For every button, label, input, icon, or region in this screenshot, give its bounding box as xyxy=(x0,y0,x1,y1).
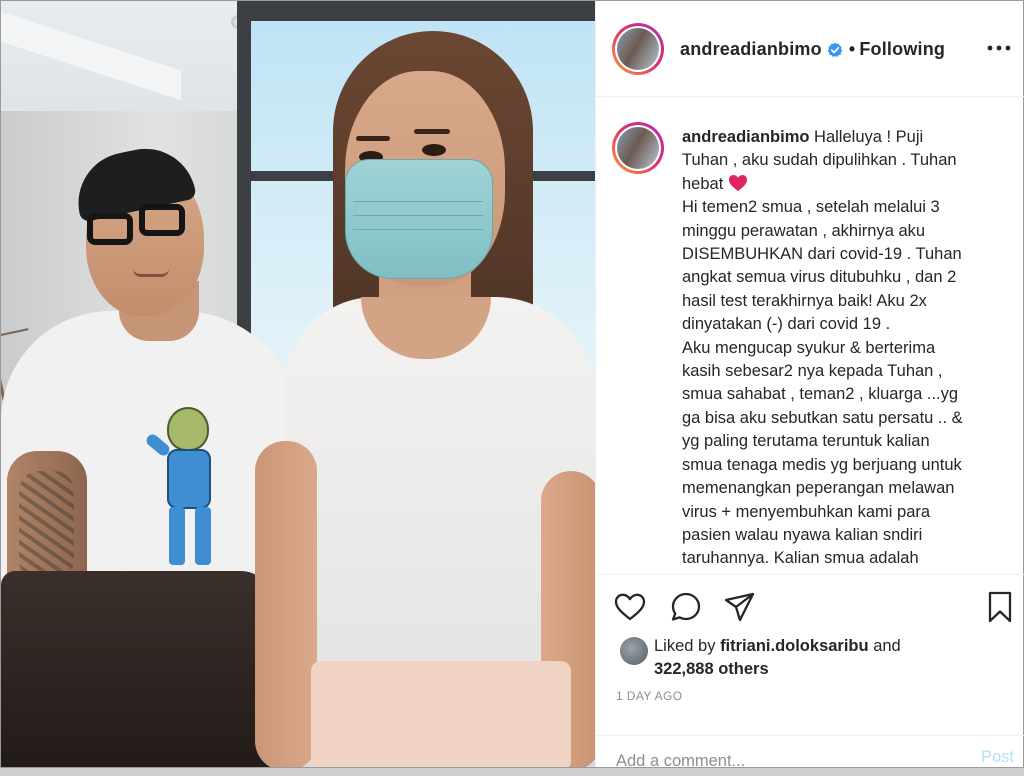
man-tattoo xyxy=(19,471,74,581)
caption-area[interactable]: andreadianbimo Halleluya ! Puji Tuhan , … xyxy=(596,98,1024,573)
post-comment-button[interactable]: Post xyxy=(981,748,1014,767)
caption-line: taruhannya. Kalian smua adalah xyxy=(682,549,919,568)
post-actions: Liked by fitriani.doloksaribu and 322,88… xyxy=(596,574,1024,776)
instagram-post-window: andreadianbimo • Following andreadianbim… xyxy=(0,0,1024,776)
paper-plane-icon xyxy=(724,592,755,622)
header-avatar[interactable] xyxy=(612,23,664,75)
more-options-icon xyxy=(987,45,1011,51)
caption-line: Tuhan , aku sudah dipulihkan . Tuhan xyxy=(682,151,957,170)
avatar-inner xyxy=(615,26,661,72)
caption-line: smua tenaga medis yg berjuang untuk xyxy=(682,455,962,474)
caption-line: virus + menyembuhkan kami para xyxy=(682,502,931,521)
post-header: andreadianbimo • Following xyxy=(596,1,1024,97)
caption-line: pasien walau nyawa kalian sndiri xyxy=(682,525,923,544)
liked-by-avatar[interactable] xyxy=(620,637,648,665)
woman-arm-left xyxy=(255,441,317,767)
more-options-button[interactable] xyxy=(986,35,1012,61)
caption-line: ga bisa aku sebutkan satu persatu .. & xyxy=(682,408,963,427)
like-button[interactable] xyxy=(612,589,648,625)
avatar-inner xyxy=(615,125,661,171)
caption-line: smua sahabat , teman2 , kluarga ...yg xyxy=(682,385,959,404)
comment-bar: Post xyxy=(596,735,1024,776)
header-separator: • xyxy=(848,39,856,59)
woman-pants xyxy=(311,661,571,767)
caption-line: Aku mengucap syukur & berterima xyxy=(682,338,936,357)
caption-line: dinyatakan (-) dari covid 19 . xyxy=(682,315,891,334)
avatar-image xyxy=(617,127,659,169)
verified-badge-icon xyxy=(827,42,843,57)
caption-line: hasil test terakhirnya baik! Aku 2x xyxy=(682,291,927,310)
heart-icon xyxy=(614,593,646,621)
caption-line: andreadianbimo Halleluya ! Puji xyxy=(682,126,1002,149)
caption-line: yg paling terutama teruntuk kalian xyxy=(682,432,930,451)
caption-line: angkat semua virus ditubuhku , dan 2 xyxy=(682,268,957,287)
caption-line: minggu perawatan , akhirnya aku xyxy=(682,221,926,240)
caption-username[interactable]: andreadianbimo xyxy=(682,128,809,146)
post-side-panel: andreadianbimo • Following andreadianbim… xyxy=(595,1,1024,776)
liked-by-and: and xyxy=(873,637,901,655)
red-heart-emoji-icon xyxy=(728,174,747,191)
caption-line: DISEMBUHKAN dari covid-19 . Tuhan xyxy=(682,245,962,264)
liked-by-prefix: Liked by xyxy=(654,637,716,655)
caption-line: hebat xyxy=(682,173,1002,196)
man-mouth xyxy=(133,269,169,277)
liked-by-text: Liked by fitriani.doloksaribu and 322,88… xyxy=(654,635,901,681)
comment-input[interactable] xyxy=(616,746,946,776)
woman-eye-right xyxy=(422,144,446,156)
shirt-print-leg-right xyxy=(195,507,211,565)
caption-avatar[interactable] xyxy=(612,122,664,174)
caption-line-text: Halleluya ! Puji xyxy=(814,128,924,146)
post-photo[interactable] xyxy=(1,1,595,767)
avatar-image xyxy=(617,28,659,70)
caption-line: memenangkan peperangan melawan xyxy=(682,479,955,498)
caption-line: kasih sebesar2 nya kepada Tuhan , xyxy=(682,362,943,381)
photo-sofa xyxy=(1,571,271,767)
save-button[interactable] xyxy=(982,589,1018,625)
face-mask-folds xyxy=(353,201,483,202)
shirt-print-alien-head xyxy=(167,407,209,451)
bookmark-icon xyxy=(988,591,1012,623)
post-timestamp[interactable]: 1 DAY AGO xyxy=(616,689,683,703)
header-user-row: andreadianbimo • Following xyxy=(680,39,945,60)
caption-line: Hi temen2 smua , setelah melalui 3 xyxy=(682,198,940,217)
following-button[interactable]: Following xyxy=(859,39,945,60)
liked-by-user-link[interactable]: fitriani.doloksaribu xyxy=(720,637,869,655)
woman-brow-left xyxy=(356,136,390,141)
man-glasses-right xyxy=(139,204,185,236)
header-username[interactable]: andreadianbimo xyxy=(680,39,822,60)
man-glasses-left xyxy=(87,213,133,245)
shirt-print-leg-left xyxy=(169,507,185,565)
post-caption: andreadianbimo Halleluya ! Puji Tuhan , … xyxy=(682,126,1002,571)
caption-line-text: hebat xyxy=(682,174,724,193)
share-button[interactable] xyxy=(722,589,758,625)
comment-button[interactable] xyxy=(668,589,704,625)
comment-bubble-icon xyxy=(671,592,701,621)
face-mask xyxy=(345,159,493,279)
woman-brow-right xyxy=(414,129,450,134)
shirt-print-alien-body xyxy=(167,449,211,509)
likes-count-link[interactable]: 322,888 others xyxy=(654,660,769,678)
